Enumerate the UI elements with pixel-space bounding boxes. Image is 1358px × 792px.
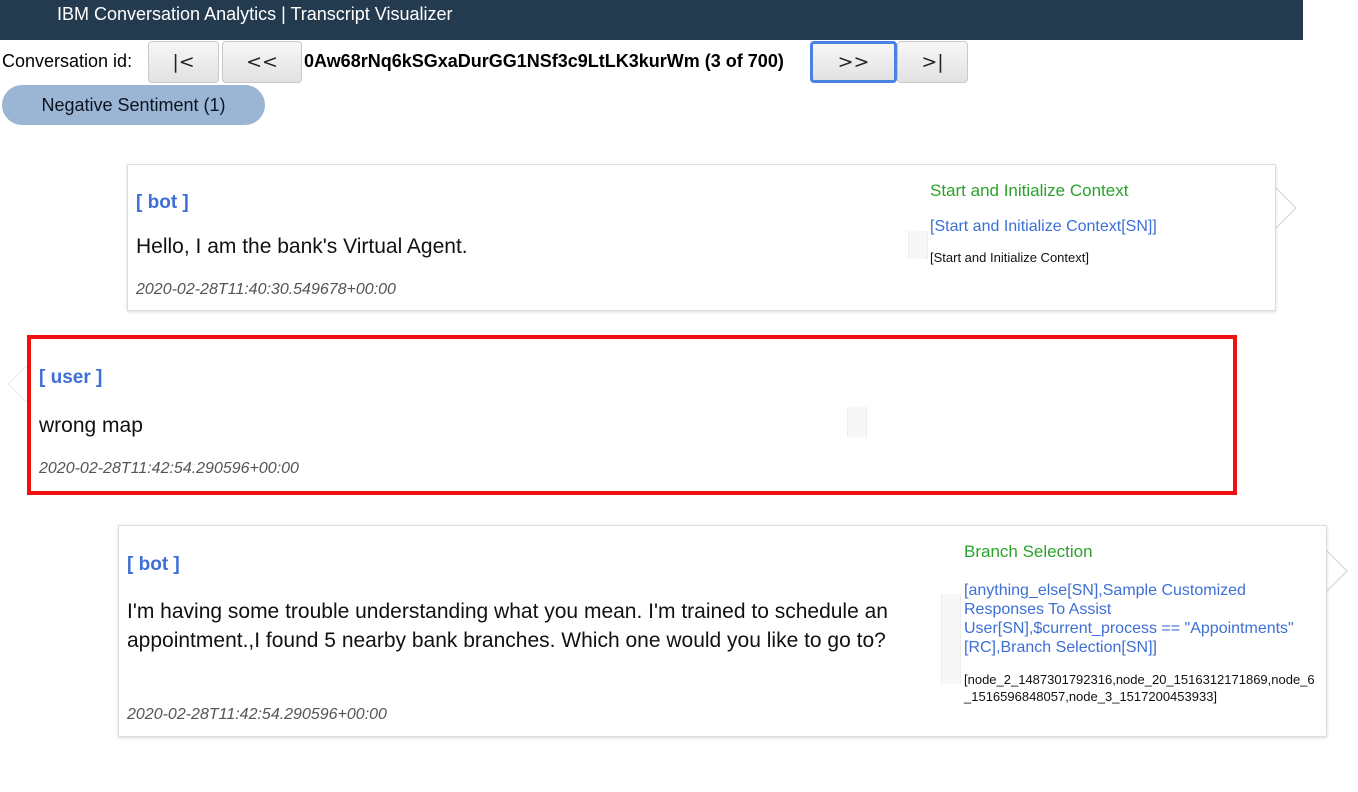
speaker-label: [ bot ]: [127, 554, 180, 575]
app-title: IBM Conversation Analytics | Transcript …: [57, 4, 453, 24]
last-conversation-button[interactable]: >|: [897, 41, 968, 83]
side-panel-divider: [908, 231, 928, 259]
dialog-node-ids: [node_2_1487301792316,node_20_1516312171…: [964, 672, 1315, 704]
message-text: Hello, I am the bank's Virtual Agent.: [136, 235, 468, 258]
user-message-card: [ user ] wrong map 2020-02-28T11:42:54.2…: [27, 335, 1237, 495]
message-timestamp: 2020-02-28T11:42:54.290596+00:00: [39, 460, 299, 477]
dialog-node-title: Start and Initialize Context: [930, 181, 1129, 200]
message-timestamp: 2020-02-28T11:42:54.290596+00:00: [127, 706, 387, 723]
side-panel-divider: [847, 407, 867, 437]
message-text: wrong map: [39, 414, 143, 437]
first-conversation-button[interactable]: |<: [148, 41, 219, 83]
speaker-label: [ bot ]: [136, 192, 189, 213]
speaker-label: [ user ]: [39, 367, 103, 388]
next-conversation-button[interactable]: >>: [810, 41, 897, 83]
negative-sentiment-filter[interactable]: Negative Sentiment (1): [2, 85, 265, 125]
conversation-id-value: 0Aw68rNq6kSGxaDurGG1NSf3c9LtLK3kurWm (3 …: [304, 51, 784, 71]
dialog-node-title: Branch Selection: [964, 542, 1093, 561]
message-timestamp: 2020-02-28T11:40:30.549678+00:00: [136, 281, 396, 298]
previous-conversation-button[interactable]: <<: [222, 41, 302, 83]
conversation-id-label: Conversation id:: [2, 51, 133, 71]
message-text: I'm having some trouble understanding wh…: [127, 600, 888, 652]
bot-message-card: [ bot ] Hello, I am the bank's Virtual A…: [127, 164, 1276, 311]
side-panel-divider: [941, 594, 961, 684]
dialog-node-path: [Start and Initialize Context[SN]]: [930, 218, 1157, 235]
dialog-node-ids: [Start and Initialize Context]: [930, 250, 1089, 265]
dialog-node-path: [anything_else[SN],Sample Customized Res…: [964, 582, 1294, 656]
app-header: IBM Conversation Analytics | Transcript …: [0, 0, 1303, 40]
bot-message-card: [ bot ] I'm having some trouble understa…: [118, 525, 1327, 737]
